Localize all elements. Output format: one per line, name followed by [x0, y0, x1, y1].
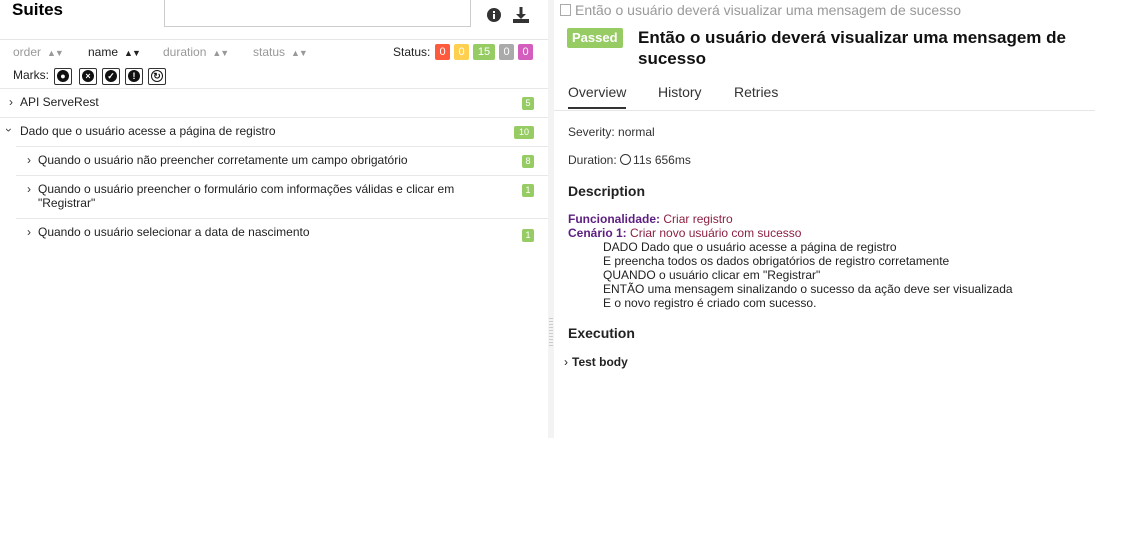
feature-value: Criar registro [663, 212, 733, 226]
scenario-value: Criar novo usuário com sucesso [630, 226, 802, 240]
marks-label: Marks: [13, 68, 49, 82]
status-failed-badge[interactable]: 0 [435, 44, 450, 60]
tree-group-label: Quando o usuário selecionar a data de na… [38, 225, 310, 239]
test-result-pane: Então o usuário deverá visualizar uma me… [554, 0, 1114, 438]
drag-handle[interactable] [549, 318, 553, 348]
sort-arrows-icon: ▲▼ [291, 48, 308, 58]
chevron-right-icon: › [27, 153, 31, 167]
sort-bar: order ▲▼ name ▲▼ duration ▲▼ status ▲▼ Statu… [0, 39, 548, 66]
status-passed-badge[interactable]: 15 [473, 44, 495, 60]
count-badge: 8 [522, 155, 534, 168]
bomb-icon: ● [57, 70, 69, 82]
page-title: Então o usuário deverá visualizar uma me… [638, 28, 1066, 68]
sort-arrows-icon: ▲▼ [212, 48, 229, 58]
chevron-right-icon: › [564, 355, 568, 369]
tree-group-label: Quando o usuário preencher o formulário … [38, 182, 455, 210]
status-unknown-badge[interactable]: 0 [518, 44, 533, 60]
sort-arrows-icon: ▲▼ [47, 48, 64, 58]
feature-key: Funcionalidade: [568, 212, 661, 226]
tab-retries[interactable]: Retries [734, 84, 778, 100]
mark-new-passed-button[interactable]: ✓ [102, 68, 120, 85]
info-icon[interactable] [485, 6, 503, 24]
search-input[interactable] [164, 0, 471, 27]
description-line: QUANDO o usuário clicar em "Registrar" [603, 268, 821, 282]
tree-group-label: Quando o usuário não preencher corretame… [38, 153, 408, 167]
times-circle-icon: × [82, 70, 94, 82]
tree-group-row[interactable]: › Dado que o usuário acesse a página de … [0, 117, 548, 146]
count-badge: 1 [522, 184, 534, 197]
chevron-right-icon: › [9, 95, 13, 109]
description-line: DADO Dado que o usuário acesse a página … [603, 240, 897, 254]
tree-group-label: Dado que o usuário acesse a página de re… [20, 124, 276, 138]
exclamation-circle-icon: ! [128, 70, 140, 82]
sort-name-label: name [88, 45, 119, 59]
status-broken-badge[interactable]: 0 [454, 44, 469, 60]
tree-group-row[interactable]: › Quando o usuário preencher o formulári… [16, 175, 548, 219]
suites-title: Suites [12, 0, 64, 19]
duration-value: 11s 656ms [633, 153, 691, 167]
sort-status[interactable]: status ▲▼ [253, 45, 308, 59]
severity: Severity: normal [568, 125, 655, 139]
sort-order[interactable]: order ▲▼ [13, 45, 64, 59]
download-icon[interactable] [512, 6, 530, 24]
sort-name[interactable]: name ▲▼ [88, 45, 141, 59]
count-badge: 10 [514, 126, 534, 139]
sort-duration[interactable]: duration ▲▼ [163, 45, 229, 59]
mark-new-failed-button[interactable]: × [79, 68, 97, 85]
chevron-right-icon: › [27, 225, 31, 239]
execution-heading: Execution [568, 325, 635, 341]
description-line: ENTÃO uma mensagem sinalizando o sucesso… [603, 282, 1013, 296]
chevron-down-icon: › [2, 128, 16, 132]
tab-bar: Overview History Retries [554, 78, 1095, 111]
count-badge: 5 [522, 97, 534, 110]
breadcrumb[interactable]: Então o usuário deverá visualizar uma me… [560, 2, 961, 18]
mark-retries-button[interactable]: ↻ [148, 68, 166, 85]
description-line: E preencha todos os dados obrigatórios d… [603, 254, 950, 268]
mark-new-broken-button[interactable]: ! [125, 68, 143, 85]
mark-flaky-button[interactable]: ● [54, 68, 72, 85]
check-circle-icon: ✓ [105, 70, 117, 82]
description-body: Funcionalidade: Criar registro Cenário 1… [568, 212, 1013, 310]
breadcrumb-label: Então o usuário deverá visualizar uma me… [575, 2, 961, 18]
sort-arrows-icon: ▲▼ [124, 48, 141, 58]
sort-duration-label: duration [163, 45, 207, 59]
tree-group-label: API ServeRest [20, 95, 99, 109]
tree-group-row[interactable]: › Quando o usuário não preencher correta… [16, 146, 548, 175]
clock-icon [620, 154, 632, 165]
status-filter-label: Status: [393, 45, 431, 59]
sort-status-label: status [253, 45, 286, 59]
sort-order-label: order [13, 45, 42, 59]
tab-overview[interactable]: Overview [568, 84, 627, 109]
status-badge: Passed [567, 28, 623, 48]
description-heading: Description [568, 183, 646, 199]
description-line: E o novo registro é criado com sucesso. [603, 296, 817, 310]
test-body-toggle[interactable]: › Test body [564, 355, 628, 369]
scenario-key: Cenário 1: [568, 226, 627, 240]
test-body-label: Test body [572, 355, 628, 369]
duration-label: Duration: [568, 153, 617, 167]
tree-group-row[interactable]: › API ServeRest 5 [0, 88, 548, 117]
chevron-right-icon: › [27, 182, 31, 196]
tree-group-row[interactable]: › Quando o usuário selecionar a data de … [16, 218, 548, 247]
tab-history[interactable]: History [658, 84, 702, 100]
count-badge: 1 [522, 229, 534, 242]
status-skipped-badge[interactable]: 0 [499, 44, 514, 60]
duration: Duration: 11s 656ms [568, 153, 691, 167]
copy-icon [560, 4, 571, 16]
refresh-icon: ↻ [151, 70, 163, 82]
suites-pane: Suites order ▲▼ name ▲▼ duration ▲▼ status ▲… [0, 0, 548, 438]
